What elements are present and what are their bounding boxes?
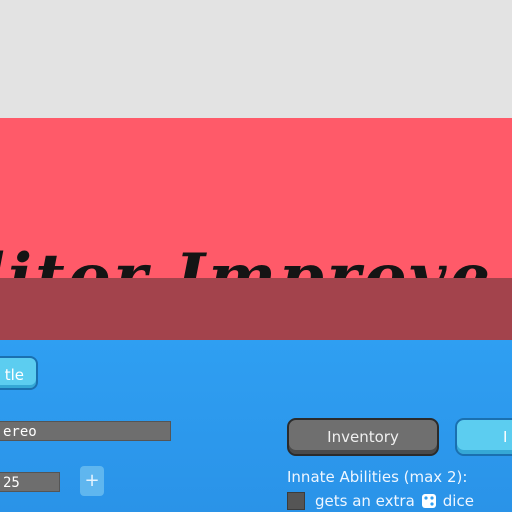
ability-item: gets an extra dice	[287, 490, 474, 512]
banner-shadow	[0, 278, 512, 340]
title-button[interactable]: tle	[0, 356, 38, 390]
inventory-tab-button[interactable]: Inventory	[287, 418, 439, 456]
top-background	[0, 0, 512, 118]
increment-button[interactable]: +	[80, 466, 104, 496]
banner-title: ditor Improve	[0, 240, 494, 279]
ability-checkbox[interactable]	[287, 492, 305, 510]
name-input[interactable]: ereo	[0, 421, 171, 441]
title-banner: ditor Improve	[0, 118, 512, 278]
innate-abilities-label: Innate Abilities (max 2):	[287, 468, 468, 486]
dice-icon	[421, 494, 436, 508]
second-tab-button[interactable]: I	[455, 418, 512, 456]
ability-text-suffix: dice	[442, 492, 474, 510]
number-input[interactable]: 25	[0, 472, 60, 492]
ability-text-prefix: gets an extra	[315, 492, 415, 510]
